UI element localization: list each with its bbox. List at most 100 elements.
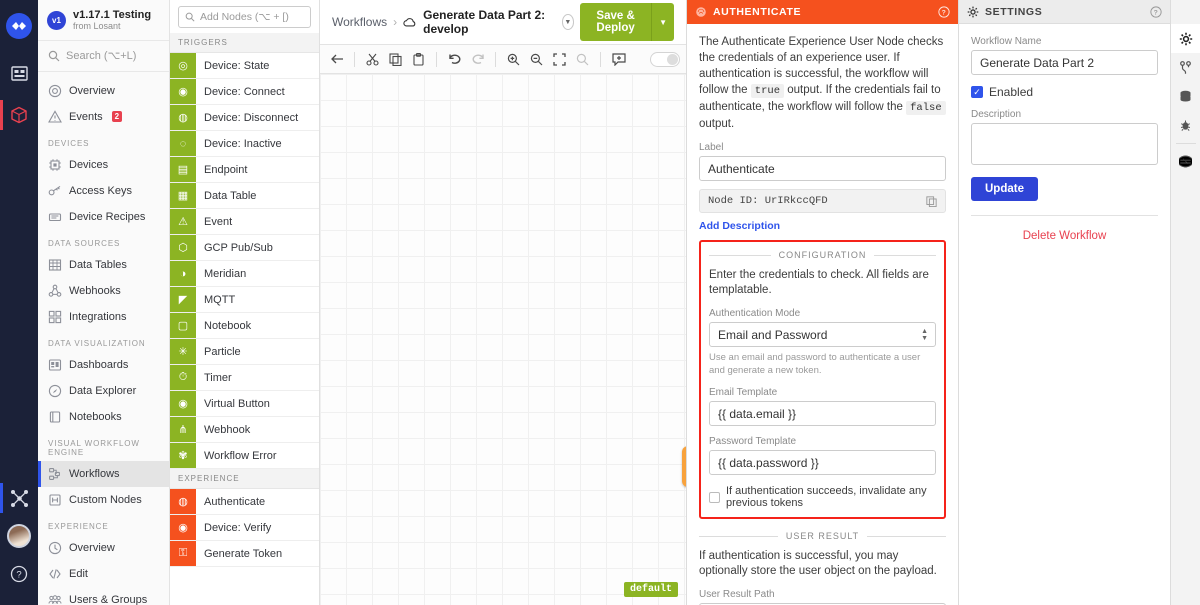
email-template-input[interactable]: {{ data.email }} [709, 401, 936, 426]
sidebar-item-dashboards[interactable]: Dashboards [38, 352, 169, 378]
debug-icon[interactable] [1171, 111, 1200, 140]
zoom-out-icon[interactable] [526, 49, 547, 70]
sidebar-item-webhooks[interactable]: Webhooks [38, 278, 169, 304]
undo-icon[interactable] [444, 49, 465, 70]
add-description-link[interactable]: Add Description [699, 220, 780, 232]
branch-icon[interactable] [1171, 53, 1200, 82]
zoom-reset-icon[interactable] [572, 49, 593, 70]
palette-item-device-inactive[interactable]: ◌ Device: Inactive [170, 131, 319, 157]
mqtt-icon: ◤ [170, 287, 196, 312]
palette-item-generate-token[interactable]: ⚿ Generate Token [170, 541, 319, 567]
help-icon[interactable]: ? [938, 6, 950, 18]
palette-item-notebook[interactable]: ▢ Notebook [170, 313, 319, 339]
sidebar-item-notebooks[interactable]: Notebooks [38, 404, 169, 430]
losant-logo-icon[interactable] [6, 13, 32, 39]
save-deploy-button[interactable]: Save & Deploy [580, 3, 652, 41]
sidebar-item-devices[interactable]: Devices [38, 152, 169, 178]
particle-icon: ✳ [170, 339, 196, 364]
sidebar-item-events[interactable]: Events 2 [38, 104, 169, 130]
org-subtitle: from Losant [73, 20, 121, 31]
fit-to-screen-icon[interactable] [549, 49, 570, 70]
copy-icon[interactable] [385, 49, 406, 70]
sidebar-item-label: Users & Groups [69, 593, 148, 605]
globe-icon[interactable] [1171, 147, 1200, 176]
breadcrumb-root[interactable]: Workflows [332, 15, 387, 29]
save-deploy-caret-icon[interactable]: ▼ [651, 3, 674, 41]
package-icon[interactable] [0, 94, 38, 136]
invalidate-tokens-row[interactable]: If authentication succeeds, invalidate a… [709, 485, 936, 509]
copy-icon[interactable] [926, 195, 937, 207]
svg-text:?: ? [1154, 9, 1159, 16]
palette-item-data-table[interactable]: ▦ Data Table [170, 183, 319, 209]
help-icon[interactable]: ? [0, 553, 38, 595]
sidebar-item-users-groups[interactable]: Users & Groups [38, 587, 169, 605]
auth-mode-hint: Use an email and password to authenticat… [709, 352, 921, 376]
palette-item-device-disconnect[interactable]: ◍ Device: Disconnect [170, 105, 319, 131]
sidebar-item-overview[interactable]: Overview [38, 78, 169, 104]
redo-icon[interactable] [467, 49, 488, 70]
workflow-name-input[interactable]: Generate Data Part 2 [971, 50, 1158, 75]
palette-item-timer[interactable]: ⏱ Timer [170, 365, 319, 391]
enabled-checkbox[interactable]: ✓ [971, 86, 983, 98]
workflow-canvas[interactable]: Endpoint Authenticate Retry Login [320, 74, 686, 605]
palette-item-endpoint[interactable]: ▤ Endpoint [170, 157, 319, 183]
palette-item-event[interactable]: ⚠ Event [170, 209, 319, 235]
canvas-node-retry-login[interactable]: Retry Login [682, 446, 686, 487]
storage-icon[interactable] [1171, 82, 1200, 111]
palette-item-webhook[interactable]: ⋔ Webhook [170, 417, 319, 443]
palette-item-particle[interactable]: ✳ Particle [170, 339, 319, 365]
gear-icon [967, 6, 979, 18]
virtual-button-icon: ◉ [170, 391, 196, 416]
sidebar-item-access-keys[interactable]: Access Keys [38, 178, 169, 204]
sidebar-item-data-explorer[interactable]: Data Explorer [38, 378, 169, 404]
sidebar-item-edit[interactable]: Edit [38, 561, 169, 587]
palette-item-device-state[interactable]: ◎ Device: State [170, 53, 319, 79]
auth-mode-select[interactable]: Email and Password [709, 322, 936, 347]
palette-item-virtual-button[interactable]: ◉ Virtual Button [170, 391, 319, 417]
palette-item-label: Event [204, 215, 233, 228]
node-config-header: AUTHENTICATE ? [687, 0, 958, 24]
search-input[interactable]: Search (⌥+L) [38, 41, 169, 72]
add-comment-icon[interactable] [608, 49, 629, 70]
sidebar-item-integrations[interactable]: Integrations [38, 304, 169, 330]
svg-text:?: ? [16, 570, 21, 581]
delete-workflow-link[interactable]: Delete Workflow [971, 230, 1158, 242]
device-chip-icon [48, 158, 62, 172]
help-icon[interactable]: ? [1150, 5, 1162, 18]
enabled-row[interactable]: ✓ Enabled [971, 85, 1158, 99]
paste-icon[interactable] [408, 49, 429, 70]
password-template-input[interactable]: {{ data.password }} [709, 450, 936, 475]
sidebar-item-custom-nodes[interactable]: Custom Nodes [38, 487, 169, 513]
sidebar-item-overview[interactable]: Overview [38, 535, 169, 561]
palette-item-mqtt[interactable]: ◤ MQTT [170, 287, 319, 313]
label-input[interactable]: Authenticate [699, 156, 946, 181]
palette-item-label: Device: State [204, 59, 270, 72]
palette-item-device-verify[interactable]: ◉ Device: Verify [170, 515, 319, 541]
org-switcher[interactable]: v1 v1.17.1 Testing from Losant [38, 0, 169, 42]
chevron-down-icon[interactable]: ▼ [561, 14, 575, 30]
zoom-in-icon[interactable] [503, 49, 524, 70]
palette-item-gcp-pub-sub[interactable]: ⬡ GCP Pub/Sub [170, 235, 319, 261]
sidebar-item-label: Events [69, 110, 103, 123]
sidebar-item-workflows[interactable]: Workflows [38, 460, 169, 487]
add-nodes-input[interactable]: Add Nodes (⌥ + [) [178, 5, 311, 28]
invalidate-tokens-checkbox[interactable] [709, 491, 720, 503]
nodes-icon[interactable] [0, 477, 38, 519]
palette-item-workflow-error[interactable]: ✾ Workflow Error [170, 443, 319, 469]
gear-icon[interactable] [1170, 24, 1200, 53]
sidebar-item-label: Device Recipes [69, 210, 146, 223]
palette-item-meridian[interactable]: ◑ Meridian [170, 261, 319, 287]
dashboard-icon[interactable] [0, 52, 38, 94]
update-button[interactable]: Update [971, 177, 1038, 201]
sidebar-item-device-recipes[interactable]: Device Recipes [38, 204, 169, 230]
back-arrow-icon[interactable] [326, 49, 347, 70]
palette-item-device-connect[interactable]: ◉ Device: Connect [170, 79, 319, 105]
description-textarea[interactable] [971, 123, 1158, 165]
sidebar-item-data-tables[interactable]: Data Tables [38, 252, 169, 278]
avatar[interactable] [7, 524, 31, 548]
palette-item-label: Device: Inactive [204, 137, 282, 150]
palette-item-authenticate[interactable]: ◍ Authenticate [170, 489, 319, 515]
canvas-mode-toggle[interactable] [650, 51, 680, 67]
cut-icon[interactable] [362, 49, 383, 70]
email-template-caption: Email Template [709, 387, 778, 398]
